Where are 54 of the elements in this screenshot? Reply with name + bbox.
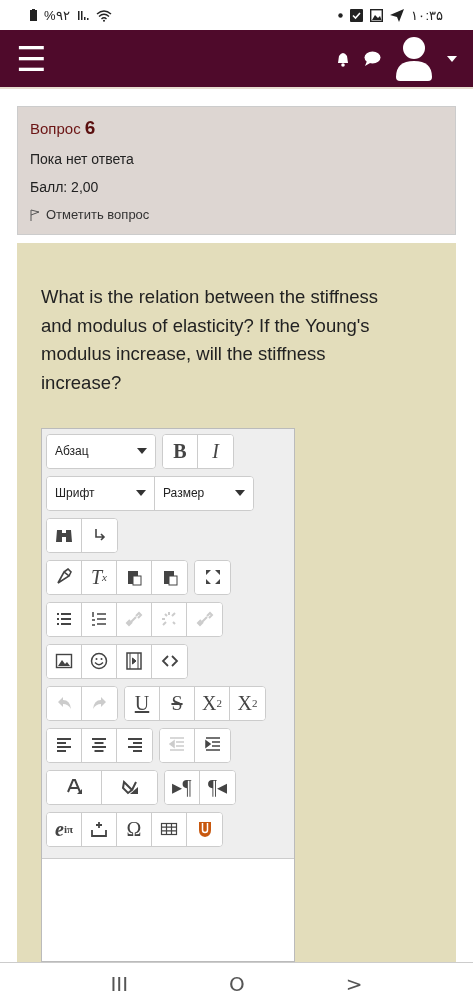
home-button[interactable]: O (223, 970, 251, 997)
text-color-icon (65, 778, 83, 797)
format-button[interactable]: B (163, 434, 198, 468)
toolbar-button[interactable] (47, 644, 82, 678)
question-text: What is the relation between the stiffness and modulus of elasticity? If the Young's modulus increase, will the stiffness increase? (41, 285, 379, 395)
gallery-icon (370, 8, 384, 22)
dropdown[interactable]: Шрифт (47, 476, 155, 510)
send-icon (390, 8, 405, 22)
link-icon (195, 610, 214, 629)
toolbar-button[interactable] (195, 560, 230, 594)
bell-icon[interactable] (336, 50, 350, 67)
toolbar-button[interactable] (47, 518, 82, 552)
insert-icon (90, 820, 108, 839)
dot-icon (338, 12, 344, 18)
toolbar-button[interactable] (47, 560, 82, 594)
link-icon (125, 610, 143, 629)
caret-icon (136, 490, 146, 497)
format-button[interactable]: e$^{iπ}$ (47, 812, 82, 846)
caret-icon (235, 490, 245, 497)
brush-icon (55, 568, 73, 587)
format-button[interactable]: U (125, 686, 160, 720)
toolbar-button[interactable] (47, 728, 82, 762)
align-right-icon (125, 736, 144, 755)
toolbar-button[interactable] (47, 770, 102, 804)
menu-button[interactable]: ☰ (16, 41, 47, 76)
format-button[interactable]: ▸¶ (165, 770, 200, 804)
numbered-list-icon (90, 610, 108, 629)
checkbox-icon (350, 8, 364, 22)
dropdown[interactable]: Абзац (47, 434, 155, 468)
expand-icon (203, 568, 222, 587)
film-icon (125, 652, 143, 671)
flag-question-link[interactable]: Отметить вопрос (46, 207, 150, 222)
signal-icon (76, 9, 89, 21)
battery-icon (30, 9, 37, 21)
clock: ۱۰:۳۵ (411, 7, 443, 23)
chat-icon[interactable] (364, 51, 381, 66)
grade: Балл: 2,00 (30, 179, 100, 195)
answer-status: Пока нет ответа (30, 151, 135, 167)
align-left-icon (55, 736, 73, 755)
recents-button[interactable]: III (104, 970, 135, 997)
wifi-icon (95, 8, 112, 22)
smiley-icon (90, 652, 108, 671)
back-button[interactable]: > (339, 970, 369, 997)
question-number: Вопрос 6 (30, 117, 97, 139)
image-icon (55, 652, 73, 671)
caret-icon[interactable] (447, 55, 457, 62)
avatar-icon[interactable] (395, 36, 433, 81)
toolbar-button[interactable] (47, 602, 82, 636)
align-center-icon (90, 736, 108, 755)
flag-icon[interactable] (30, 208, 40, 221)
clipboard-icon (125, 568, 143, 587)
caret-icon (137, 448, 147, 455)
battery-level: %۹۲ (44, 7, 70, 23)
fill-color-icon (120, 778, 139, 797)
